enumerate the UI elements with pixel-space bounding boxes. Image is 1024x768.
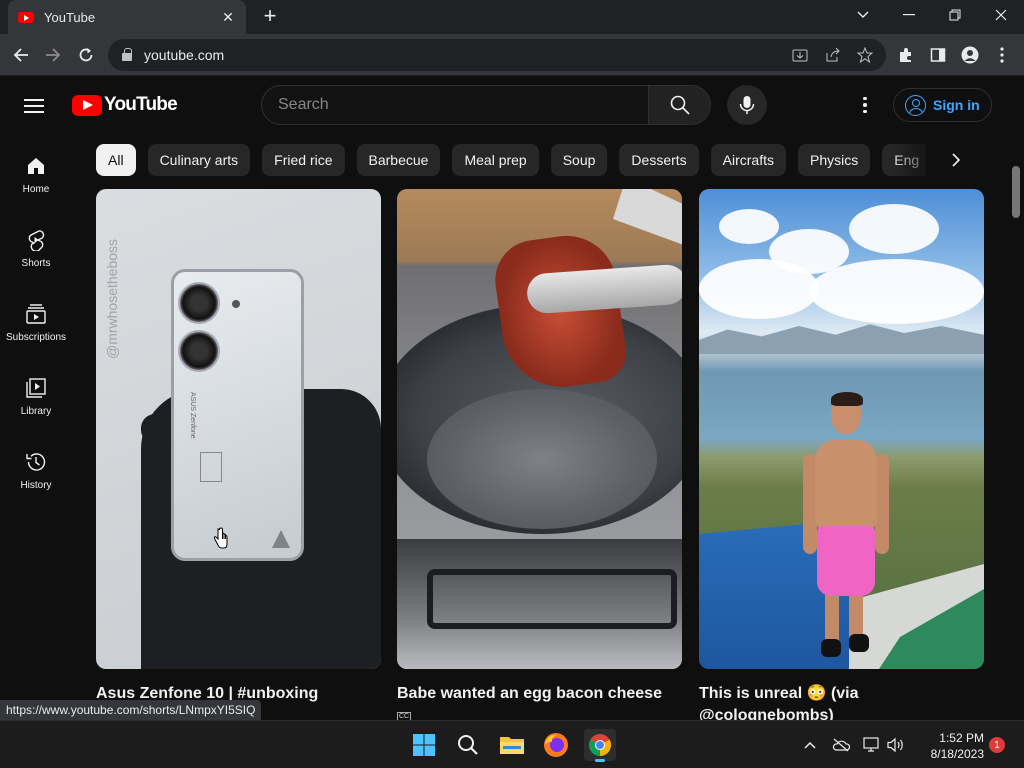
link-status-bubble: https://www.youtube.com/shorts/LNmpxYI5S…: [0, 700, 262, 720]
new-tab-button[interactable]: +: [258, 5, 282, 29]
network-icon[interactable]: [862, 735, 882, 755]
clock-time: 1:52 PM: [939, 731, 984, 745]
chip-desserts[interactable]: Desserts: [619, 144, 699, 176]
bookmark-star-icon[interactable]: [853, 44, 877, 66]
sidebar-item-label: Library: [20, 406, 52, 417]
back-icon[interactable]: [8, 42, 34, 68]
chevron-right-icon: [952, 153, 961, 167]
chip-barbecue[interactable]: Barbecue: [356, 144, 441, 176]
shorts-thumbnail[interactable]: @mrwhosetheboss ASUS Zenfone: [96, 189, 381, 669]
hand-cursor-icon: [213, 527, 228, 549]
sign-in-label: Sign in: [933, 97, 980, 113]
chrome-icon[interactable]: [584, 729, 616, 762]
hamburger-menu-icon[interactable]: [24, 95, 48, 115]
firefox-icon[interactable]: [540, 729, 572, 761]
search-input[interactable]: [278, 96, 648, 114]
phone-shape: ASUS Zenfone: [171, 269, 304, 561]
search-button[interactable]: [648, 85, 711, 125]
sidebar-item-shorts[interactable]: Shorts: [0, 214, 72, 288]
shorts-card[interactable]: Babe wanted an egg bacon cheese CC: [397, 189, 682, 723]
side-panel-icon[interactable]: [926, 43, 950, 67]
search-icon: [670, 95, 690, 115]
clock-date: 8/18/2023: [930, 747, 984, 761]
tab-title: YouTube: [44, 9, 96, 25]
youtube-favicon-icon: [18, 11, 34, 23]
profile-icon[interactable]: [958, 43, 982, 67]
address-bar[interactable]: youtube.com: [108, 39, 886, 71]
youtube-masthead: YouTube Sign in: [0, 77, 1024, 133]
chip-fried-rice[interactable]: Fried rice: [262, 144, 345, 176]
youtube-play-icon: [72, 94, 102, 116]
logo-text: YouTube: [104, 94, 178, 115]
account-icon: [905, 94, 926, 116]
shorts-icon: [24, 228, 48, 252]
voice-search-button[interactable]: [727, 85, 767, 125]
settings-more-icon[interactable]: [853, 93, 877, 117]
url-text: youtube.com: [144, 47, 225, 63]
shorts-thumbnail[interactable]: [699, 189, 984, 669]
sidebar-item-label: Subscriptions: [5, 332, 67, 343]
restore-icon[interactable]: [932, 0, 978, 30]
subscriptions-icon: [24, 302, 48, 326]
start-button-icon[interactable]: [408, 729, 440, 761]
home-icon: [24, 154, 48, 178]
chip-meal-prep[interactable]: Meal prep: [452, 144, 539, 176]
sidebar-item-library[interactable]: Library: [0, 362, 72, 436]
youtube-logo[interactable]: YouTube: [72, 94, 178, 116]
filter-chips-bar: All Culinary arts Fried rice Barbecue Me…: [96, 144, 926, 177]
microphone-icon: [739, 96, 755, 114]
forward-icon[interactable]: [40, 42, 66, 68]
shorts-thumbnail[interactable]: [397, 189, 682, 669]
onedrive-icon[interactable]: [831, 735, 851, 755]
install-app-icon[interactable]: [788, 44, 812, 66]
shorts-card[interactable]: @mrwhosetheboss ASUS Zenfone Asus Zenfon…: [96, 189, 381, 705]
thumbnail-watermark: @mrwhosetheboss: [104, 238, 120, 359]
taskbar-search-icon[interactable]: [452, 729, 484, 761]
close-window-icon[interactable]: [978, 0, 1024, 30]
volume-icon[interactable]: [886, 735, 906, 755]
share-icon[interactable]: [821, 44, 845, 66]
search-box: [261, 85, 649, 125]
shorts-title[interactable]: Babe wanted an egg bacon cheese: [397, 683, 682, 705]
phone-brand-text: ASUS Zenfone: [189, 392, 196, 439]
browser-toolbar: youtube.com: [0, 34, 1024, 76]
extensions-icon[interactable]: [894, 43, 918, 67]
browser-menu-icon[interactable]: [990, 43, 1014, 67]
minimize-icon[interactable]: [886, 0, 932, 30]
chevron-down-icon[interactable]: [840, 0, 886, 30]
tab-close-icon[interactable]: ✕: [220, 9, 236, 26]
file-explorer-icon[interactable]: [496, 729, 528, 761]
windows-taskbar: 1:52 PM 8/18/2023 1: [0, 720, 1024, 768]
mountains-shape: [699, 324, 984, 354]
reload-icon[interactable]: [73, 42, 99, 68]
chip-culinary-arts[interactable]: Culinary arts: [147, 144, 251, 176]
browser-tab-strip: YouTube ✕ +: [0, 0, 1024, 34]
lock-icon: [122, 48, 132, 61]
chip-physics[interactable]: Physics: [798, 144, 871, 176]
sidebar-item-label: Shorts: [21, 258, 51, 269]
shorts-card[interactable]: This is unreal 😳 (via @colognebombs): [699, 189, 984, 727]
browser-tab[interactable]: YouTube ✕: [8, 0, 246, 34]
sidebar-item-subscriptions[interactable]: Subscriptions: [0, 288, 72, 362]
chip-all[interactable]: All: [96, 144, 136, 176]
chip-soup[interactable]: Soup: [550, 144, 608, 176]
page-scrollbar[interactable]: [1012, 166, 1020, 218]
sidebar-item-label: Home: [22, 184, 50, 195]
tray-overflow-chevron-icon[interactable]: [800, 735, 820, 755]
chip-aircrafts[interactable]: Aircrafts: [710, 144, 786, 176]
chips-fade: [890, 144, 940, 177]
man-shape: [803, 392, 889, 664]
taskbar-clock[interactable]: 1:52 PM 8/18/2023: [912, 730, 984, 762]
chips-next-button[interactable]: [940, 144, 972, 176]
sign-in-button[interactable]: Sign in: [893, 88, 992, 122]
sidebar-item-label: History: [20, 480, 52, 491]
history-icon: [24, 450, 48, 474]
notification-badge[interactable]: 1: [989, 737, 1005, 753]
sidebar-item-home[interactable]: Home: [0, 140, 72, 214]
library-icon: [24, 376, 48, 400]
sidebar-item-history[interactable]: History: [0, 436, 72, 510]
